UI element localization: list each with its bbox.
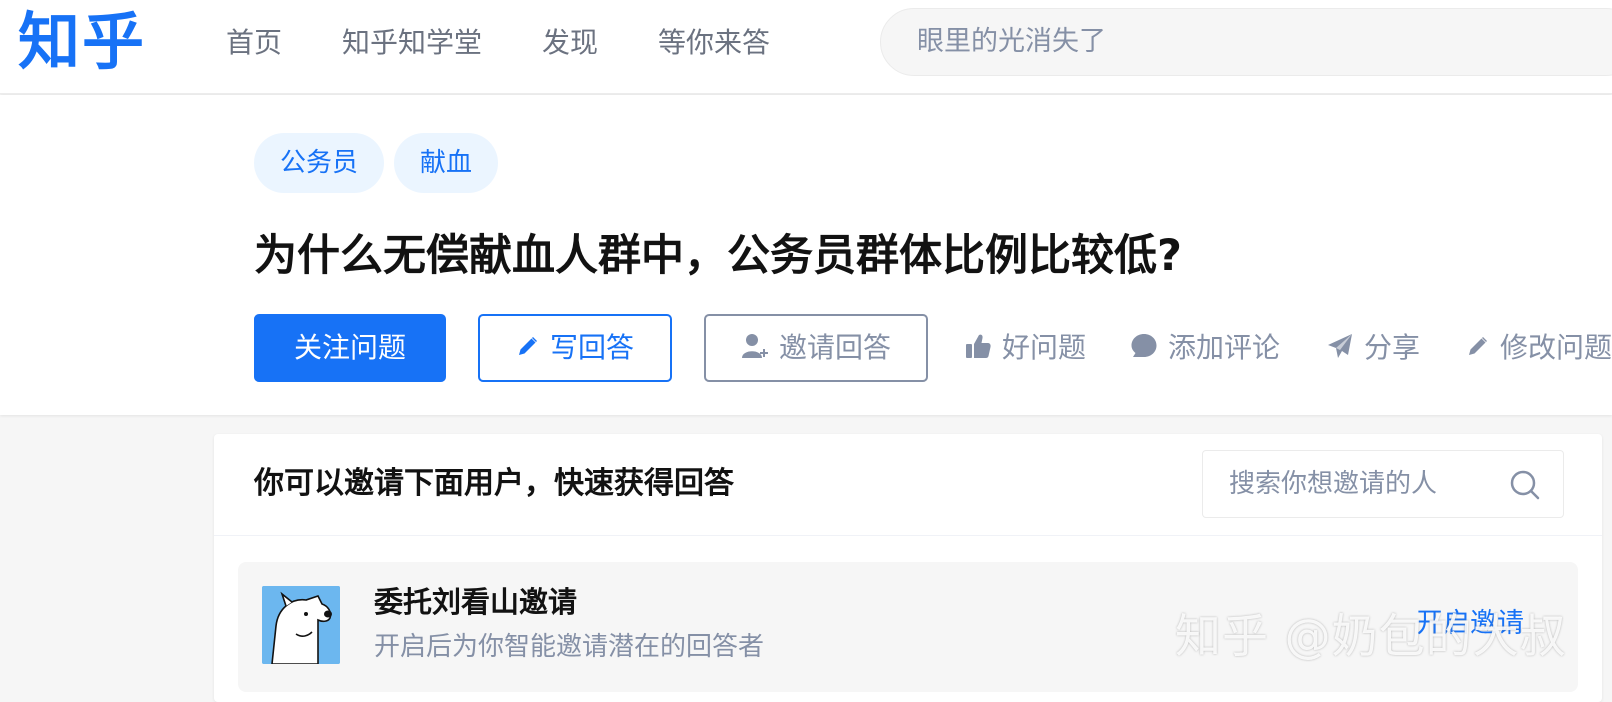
- question-header: 公务员 献血 为什么无偿献血人群中，公务员群体比例比较低? 关注问题 写回答 邀…: [0, 95, 1612, 415]
- pencil-icon: [518, 337, 537, 355]
- invite-answer-button[interactable]: 邀请回答: [704, 314, 928, 382]
- comment-bubble-icon: [1131, 334, 1157, 357]
- invite-panel-title: 你可以邀请下面用户，快速获得回答: [254, 466, 734, 501]
- add-comment-button[interactable]: 添加评论: [1130, 316, 1280, 380]
- share-label: 分享: [1364, 331, 1421, 364]
- edit-question-label: 修改问题: [1500, 331, 1612, 364]
- add-user-icon: [741, 334, 768, 358]
- main-nav: 首页 知乎知学堂 发现 等你来答: [226, 22, 830, 64]
- topic-tag-civil-servant[interactable]: 公务员: [254, 133, 385, 193]
- watermark: 知乎 @奶包的大叔: [1175, 609, 1567, 663]
- search-icon[interactable]: [1509, 469, 1541, 501]
- zhihu-logo[interactable]: 知乎: [18, 2, 146, 82]
- write-answer-label: 写回答: [549, 331, 634, 364]
- invite-search-input[interactable]: 搜索你想邀请的人: [1202, 450, 1564, 518]
- app-header: 知乎 首页 知乎知学堂 发现 等你来答 眼里的光消失了: [0, 0, 1612, 94]
- delegate-invite-title: 委托刘看山邀请: [374, 585, 578, 619]
- write-answer-button[interactable]: 写回答: [478, 314, 672, 382]
- edit-question-button[interactable]: 修改问题: [1466, 316, 1612, 380]
- liukanshan-avatar: [262, 586, 340, 664]
- add-comment-label: 添加评论: [1168, 331, 1281, 364]
- pencil-icon: [1469, 337, 1487, 355]
- share-button[interactable]: 分享: [1326, 316, 1420, 380]
- invite-panel-header: 你可以邀请下面用户，快速获得回答 搜索你想邀请的人: [214, 434, 1602, 536]
- topic-tag-blood-donation[interactable]: 献血: [394, 133, 499, 193]
- delegate-invite-description: 开启后为你智能邀请潜在的回答者: [374, 632, 765, 662]
- nav-item-waiting-answers[interactable]: 等你来答: [658, 22, 770, 64]
- nav-item-zhixuetang[interactable]: 知乎知学堂: [342, 22, 482, 64]
- search-input[interactable]: 眼里的光消失了: [880, 8, 1612, 76]
- invite-search-placeholder: 搜索你想邀请的人: [1229, 469, 1438, 499]
- topic-tags: 公务员 献血: [254, 133, 508, 193]
- paper-plane-icon: [1328, 334, 1352, 358]
- follow-question-button[interactable]: 关注问题: [254, 314, 446, 382]
- good-question-button[interactable]: 好问题: [964, 316, 1086, 380]
- nav-item-home[interactable]: 首页: [226, 22, 282, 64]
- nav-item-discover[interactable]: 发现: [542, 22, 598, 64]
- thumbs-up-icon: [966, 334, 991, 358]
- question-title: 为什么无偿献血人群中，公务员群体比例比较低?: [254, 231, 1182, 281]
- good-question-label: 好问题: [1002, 331, 1087, 364]
- invite-answer-label: 邀请回答: [778, 331, 891, 364]
- follow-question-label: 关注问题: [293, 331, 406, 364]
